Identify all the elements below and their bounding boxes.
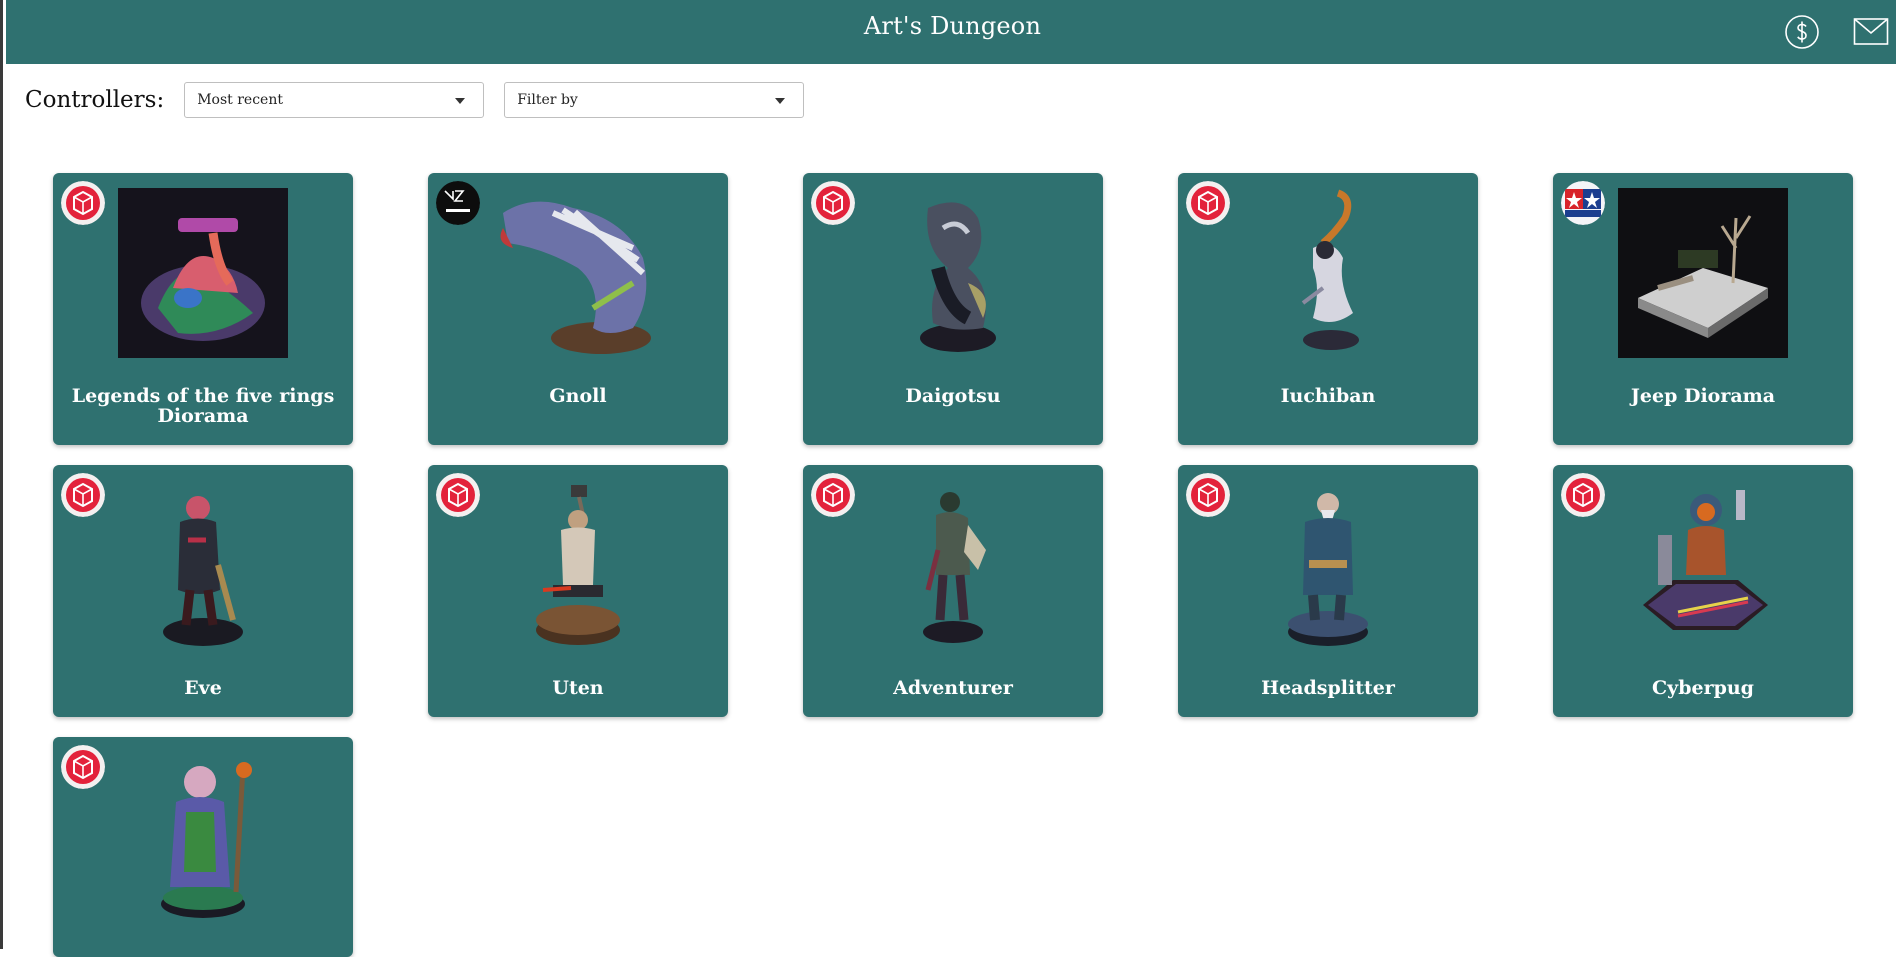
- controls-bar: Controllers: Most recent Filter by: [25, 80, 824, 120]
- gallery-card[interactable]: Eve: [53, 465, 353, 717]
- red-cube-logo-icon: [1186, 181, 1230, 225]
- chevron-down-icon: [455, 98, 466, 104]
- red-cube-logo-icon: [1561, 473, 1605, 517]
- card-title: Daigotsu: [905, 385, 1001, 407]
- card-title: Eve: [184, 677, 222, 699]
- gallery-card[interactable]: Headsplitter: [1178, 465, 1478, 717]
- miniature-image: [1618, 188, 1788, 358]
- donate-button[interactable]: [1783, 13, 1821, 51]
- red-cube-logo-icon: [61, 181, 105, 225]
- card-title: Jeep Diorama: [1630, 385, 1776, 407]
- miniature-image: [483, 188, 673, 358]
- top-bar: Art's Dungeon: [6, 0, 1896, 64]
- miniature-image: [118, 752, 288, 922]
- app-window: Art's Dungeon Controllers: Most recent F…: [0, 0, 1896, 957]
- dollar-icon: [1785, 15, 1819, 49]
- miniature-image: [868, 188, 1038, 358]
- card-title: Cyberpug: [1652, 677, 1754, 699]
- card-title: Adventurer: [893, 677, 1013, 699]
- gallery-card[interactable]: Jeep Diorama: [1553, 173, 1853, 445]
- gallery-card[interactable]: Cyberpug: [1553, 465, 1853, 717]
- red-cube-logo-icon: [1186, 473, 1230, 517]
- black-logo-icon: [436, 181, 480, 225]
- miniature-image: [1243, 480, 1413, 650]
- red-cube-logo-icon: [811, 473, 855, 517]
- filter-select-value: Filter by: [517, 92, 578, 108]
- gallery-card[interactable]: Iuchiban: [1178, 173, 1478, 445]
- miniature-image: [118, 480, 288, 650]
- chevron-down-icon: [775, 98, 786, 104]
- red-cube-logo-icon: [811, 181, 855, 225]
- miniature-image: [118, 188, 288, 358]
- red-cube-logo-icon: [61, 473, 105, 517]
- card-title: Headsplitter: [1261, 677, 1395, 699]
- mail-icon: [1853, 18, 1889, 45]
- miniature-image: [493, 480, 663, 650]
- red-cube-logo-icon: [436, 473, 480, 517]
- app-title: Art's Dungeon: [863, 12, 1042, 40]
- sort-select-value: Most recent: [197, 92, 283, 108]
- filter-select[interactable]: Filter by: [504, 82, 805, 118]
- controls-label: Controllers:: [25, 87, 165, 113]
- gallery-card[interactable]: [53, 737, 353, 957]
- gallery-card[interactable]: Gnoll: [428, 173, 728, 445]
- tamiya-logo-icon: [1561, 181, 1605, 225]
- card-title: Iuchiban: [1280, 385, 1376, 407]
- miniature-image: [1618, 480, 1788, 650]
- miniature-image: [868, 480, 1038, 650]
- red-cube-logo-icon: [61, 745, 105, 789]
- gallery-card[interactable]: Legends of the five rings Diorama: [53, 173, 353, 445]
- sort-select[interactable]: Most recent: [184, 82, 485, 118]
- miniature-image: [1243, 188, 1413, 358]
- gallery-card[interactable]: Adventurer: [803, 465, 1103, 717]
- contact-button[interactable]: [1852, 13, 1890, 51]
- card-title: Gnoll: [549, 385, 607, 407]
- gallery-card[interactable]: Daigotsu: [803, 173, 1103, 445]
- card-title: Uten: [552, 677, 604, 699]
- card-title: Legends of the five rings Diorama: [71, 385, 335, 427]
- gallery-card[interactable]: Uten: [428, 465, 728, 717]
